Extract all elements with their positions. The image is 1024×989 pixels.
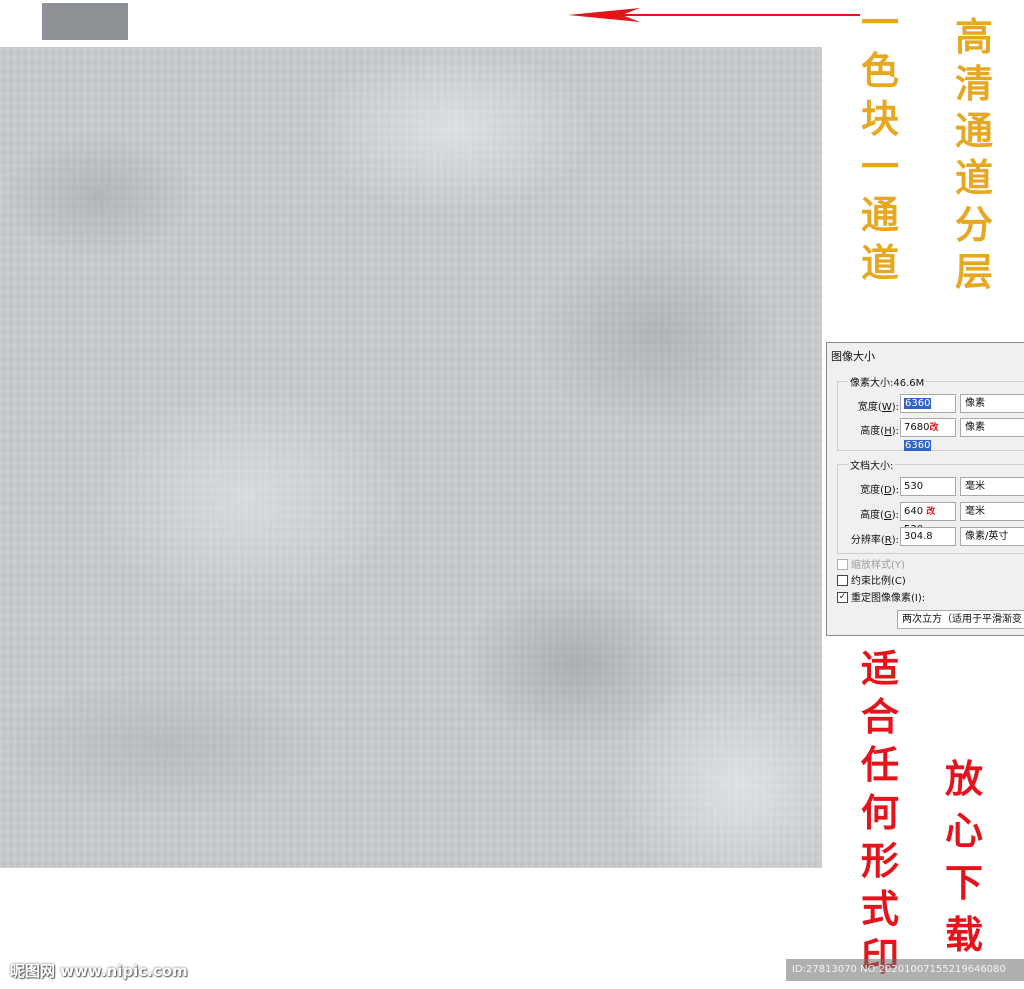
gray-color-swatch <box>42 3 128 40</box>
image-size-dialog: 图像大小 像素大小:46.6M 宽度(W): 6360 像素⌄ 高度(H): 7… <box>826 342 1024 636</box>
document-size-legend: 文档大小: <box>848 457 896 472</box>
promo-char: 合 <box>860 694 899 739</box>
promo-char: 何 <box>860 790 899 835</box>
doc-width-input[interactable]: 530 <box>900 477 956 496</box>
resolution-unit-select[interactable]: 像素/英寸 <box>960 527 1024 546</box>
promo-char: 色 <box>860 48 899 93</box>
promo-char: 高 <box>954 14 993 59</box>
promo-char: 通 <box>954 108 993 153</box>
site-watermark: 昵图网 www.nipic.com <box>10 962 188 980</box>
checkbox-unchecked-icon <box>837 558 848 570</box>
checkbox-checked-icon: ✓ <box>837 591 848 603</box>
doc-height-label: 高度(G): <box>860 510 899 521</box>
promo-char: 一 <box>860 144 899 189</box>
image-id-watermark: ID:27813070 NO:20201007155219646080 <box>786 959 1024 981</box>
pixel-height-label: 高度(H): <box>860 426 899 437</box>
document-size-group: 文档大小: 宽度(D): 530 毫米 高度(G): 640 改 530 毫米 … <box>837 457 1024 554</box>
promo-char: 层 <box>954 249 993 294</box>
pixel-height-row: 高度(H): 7680改6360 像素⌄ <box>838 418 1024 451</box>
pixel-width-input[interactable]: 6360 <box>900 394 956 413</box>
promo-text-one-swatch-one-channel: 一 色 块 一 通 道 <box>860 4 900 292</box>
resolution-row: 分辨率(R): 304.8 像素/英寸 <box>838 527 1024 547</box>
pixel-width-label: 宽度(W): <box>857 402 899 413</box>
promo-char: 任 <box>860 742 899 787</box>
promo-char: 道 <box>954 155 993 200</box>
checkbox-unchecked-icon <box>837 574 848 586</box>
promo-char: 一 <box>860 0 899 45</box>
doc-height-row: 高度(G): 640 改 530 毫米 <box>838 502 1024 535</box>
resolution-input[interactable]: 304.8 <box>900 527 956 546</box>
constrain-proportions-checkbox[interactable]: 约束比例(C) <box>837 574 906 589</box>
dialog-title: 图像大小 <box>831 350 875 363</box>
promo-text-hd-channel-layers: 高 清 通 道 分 层 <box>954 18 994 300</box>
promo-char: 清 <box>954 61 993 106</box>
resolution-label: 分辨率(R): <box>850 535 899 546</box>
pixel-width-unit-select[interactable]: 像素⌄ <box>960 394 1024 413</box>
doc-width-row: 宽度(D): 530 毫米 <box>838 477 1024 497</box>
promo-text-suits-any-print: 适 合 任 何 形 式 印 <box>860 650 900 986</box>
promo-char: 形 <box>860 838 899 883</box>
promo-char: 适 <box>860 646 899 691</box>
promo-char: 放 <box>944 756 983 801</box>
doc-height-input[interactable]: 640 改 530 <box>900 502 956 535</box>
pixel-dimensions-legend: 像素大小:46.6M <box>848 374 927 389</box>
promo-char: 下 <box>944 860 983 905</box>
scale-styles-checkbox[interactable]: 缩放样式(Y) <box>837 558 905 573</box>
arrow-left-icon <box>568 8 860 22</box>
pixel-height-input[interactable]: 7680改6360 <box>900 418 956 451</box>
doc-width-unit-select[interactable]: 毫米 <box>960 477 1024 496</box>
resample-method-select[interactable]: 两次立方（适用于平滑渐变 <box>897 610 1024 629</box>
promo-char: 道 <box>860 240 899 285</box>
promo-text-download-safely: 放 心 下 载 <box>944 760 984 968</box>
promo-char: 分 <box>954 202 993 247</box>
resample-image-checkbox[interactable]: ✓ 重定图像像素(I): <box>837 591 925 606</box>
promo-char: 心 <box>944 808 983 853</box>
pixel-width-row: 宽度(W): 6360 像素⌄ <box>838 394 1024 414</box>
promo-char: 式 <box>860 886 899 931</box>
promo-char: 块 <box>860 96 899 141</box>
doc-width-label: 宽度(D): <box>860 485 899 496</box>
pixel-height-unit-select[interactable]: 像素⌄ <box>960 418 1024 437</box>
doc-height-unit-select[interactable]: 毫米 <box>960 502 1024 521</box>
pixel-dimensions-group: 像素大小:46.6M 宽度(W): 6360 像素⌄ 高度(H): 7680改6… <box>837 374 1024 451</box>
concrete-texture-image <box>0 47 822 868</box>
promo-char: 通 <box>860 192 899 237</box>
